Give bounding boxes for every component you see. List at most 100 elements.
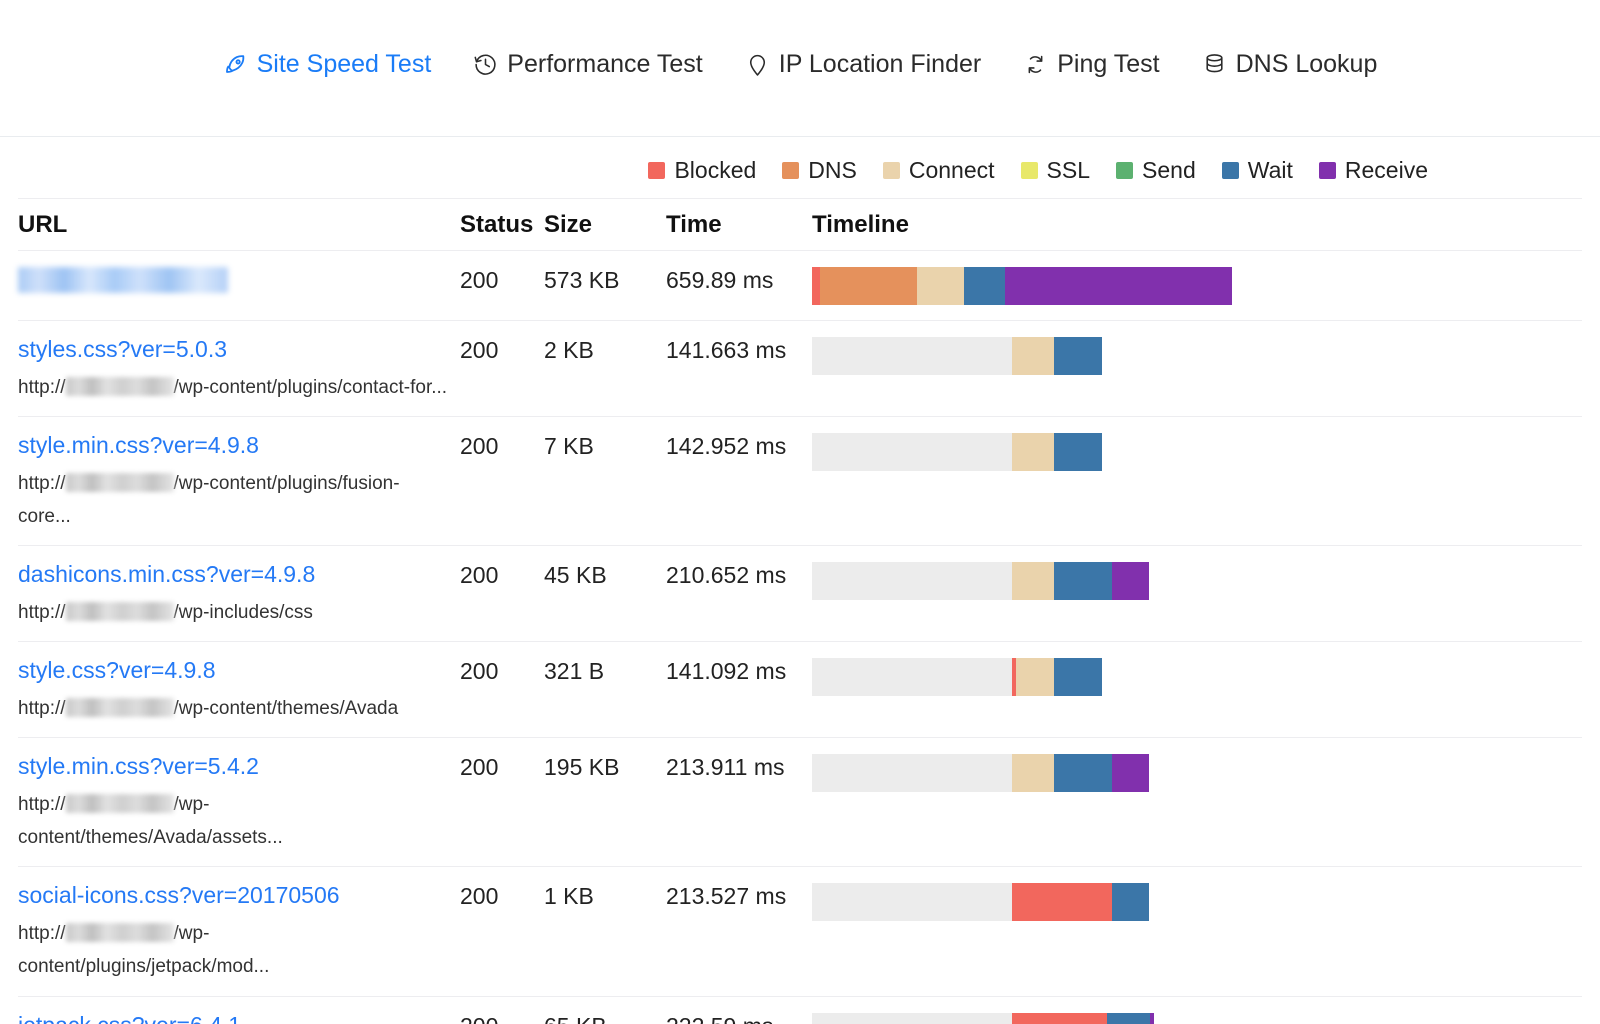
waterfall-segment-wait [964, 267, 1005, 305]
url-full-path: http:///wp-content/plugins/contact-for..… [18, 371, 450, 404]
url-link[interactable]: jetpack.css?ver=6.4.1 [18, 1011, 450, 1024]
cell-timeline [812, 656, 1582, 696]
url-scheme: http:// [18, 602, 66, 623]
legend-swatch-send [1116, 162, 1133, 179]
cell-status: 200 [460, 335, 544, 365]
url-link[interactable]: style.css?ver=4.9.8 [18, 656, 450, 685]
waterfall-segment-connect [917, 267, 964, 305]
waterfall-segment-idle [812, 562, 1012, 600]
map-pin-icon [745, 52, 770, 77]
waterfall-segment-blocked [1012, 883, 1112, 921]
url-full-path: http:// /wp-includes/css [18, 596, 450, 629]
cell-size: 7 KB [544, 431, 666, 461]
waterfall-segment-idle [812, 754, 1012, 792]
waterfall-segment-wait [1112, 883, 1149, 921]
url-path: /wp-content/themes/Avada [174, 698, 399, 719]
waterfall-legend: Blocked DNS Connect SSL Send Wait Receiv… [0, 137, 1600, 198]
url-link[interactable]: style.min.css?ver=4.9.8 [18, 431, 450, 460]
url-link[interactable]: dashicons.min.css?ver=4.9.8 [18, 560, 450, 589]
redacted-domain [66, 923, 174, 942]
cell-url: style.min.css?ver=4.9.8http:///wp-conten… [18, 431, 460, 533]
nav-tab-label: IP Location Finder [779, 52, 981, 77]
legend-item-dns: DNS [782, 157, 857, 184]
nav-tabs: Site Speed Test Performance Test IP Loca… [223, 52, 1378, 77]
url-link[interactable]: style.min.css?ver=5.4.2 [18, 752, 450, 781]
column-header-time[interactable]: Time [666, 211, 812, 240]
rocket-icon [223, 52, 248, 77]
waterfall-segment-connect [1012, 433, 1054, 471]
legend-label: SSL [1047, 157, 1090, 184]
redacted-url[interactable] [18, 267, 228, 293]
waterfall-segment-receive [1112, 754, 1149, 792]
url-scheme: http:// [18, 377, 66, 398]
url-full-path: http:///wp-content/themes/Avada/assets..… [18, 788, 450, 855]
cell-status: 200 [460, 431, 544, 461]
url-full-path: http:///wp-content/plugins/jetpack/mod..… [18, 917, 450, 984]
column-header-size[interactable]: Size [544, 211, 666, 240]
nav-tab-ip-location-finder[interactable]: IP Location Finder [745, 52, 981, 77]
waterfall-segment-idle [812, 1013, 1012, 1024]
waterfall-bar [812, 337, 1556, 375]
table-row: style.css?ver=4.9.8 http:///wp-content/th… [18, 641, 1582, 737]
table-body: 200573 KB659.89 msstyles.css?ver=5.0.3ht… [18, 250, 1582, 1024]
cell-size: 65 KB [544, 1011, 666, 1024]
waterfall-segment-receive [1150, 1013, 1154, 1024]
cell-size: 45 KB [544, 560, 666, 590]
nav-tab-ping-test[interactable]: Ping Test [1023, 52, 1159, 77]
network-requests-table: URL Status Size Time Timeline 200573 KB6… [0, 198, 1600, 1024]
waterfall-segment-wait [1054, 562, 1112, 600]
sync-arrows-icon [1023, 52, 1048, 77]
legend-label: Blocked [674, 157, 756, 184]
waterfall-segment-idle [812, 883, 1012, 921]
top-navigation-bar: Site Speed Test Performance Test IP Loca… [0, 0, 1600, 137]
table-row: jetpack.css?ver=6.4.1http:///wp-content/… [18, 996, 1582, 1024]
legend-label: DNS [808, 157, 857, 184]
nav-tab-label: Performance Test [507, 52, 702, 77]
waterfall-segment-connect [1016, 658, 1054, 696]
column-header-url[interactable]: URL [18, 211, 460, 240]
cell-status: 200 [460, 560, 544, 590]
cell-timeline [812, 752, 1582, 792]
waterfall-segment-idle [812, 433, 1012, 471]
legend-item-ssl: SSL [1021, 157, 1090, 184]
url-path: /wp-includes/css [174, 602, 313, 623]
cell-status: 200 [460, 752, 544, 782]
cell-time: 213.527 ms [666, 881, 812, 911]
url-link[interactable]: social-icons.css?ver=20170506 [18, 881, 450, 910]
legend-swatch-dns [782, 162, 799, 179]
nav-tab-dns-lookup[interactable]: DNS Lookup [1202, 52, 1378, 77]
column-header-status[interactable]: Status [460, 211, 544, 240]
waterfall-segment-blocked [812, 267, 820, 305]
waterfall-bar [812, 658, 1556, 696]
table-row: style.min.css?ver=4.9.8http:///wp-conten… [18, 416, 1582, 545]
cell-url: social-icons.css?ver=20170506 http:///wp-… [18, 881, 460, 983]
cell-size: 195 KB [544, 752, 666, 782]
url-full-path: http:///wp-content/themes/Avada [18, 692, 450, 725]
waterfall-segment-connect [1012, 337, 1054, 375]
cell-url: style.css?ver=4.9.8 http:///wp-content/th… [18, 656, 460, 725]
url-scheme: http:// [18, 794, 66, 815]
waterfall-segment-wait [1054, 754, 1112, 792]
nav-tab-label: DNS Lookup [1236, 52, 1378, 77]
cell-time: 222.59 ms [666, 1011, 812, 1024]
legend-swatch-wait [1222, 162, 1239, 179]
cell-url: styles.css?ver=5.0.3 http:///wp-content/p… [18, 335, 460, 404]
cell-time: 141.663 ms [666, 335, 812, 365]
nav-tab-site-speed-test[interactable]: Site Speed Test [223, 52, 432, 77]
cell-time: 142.952 ms [666, 431, 812, 461]
table-row: dashicons.min.css?ver=4.9.8 http:// /wp-in… [18, 545, 1582, 641]
cell-url: dashicons.min.css?ver=4.9.8 http:// /wp-in… [18, 560, 460, 629]
cell-timeline [812, 881, 1582, 921]
cell-size: 2 KB [544, 335, 666, 365]
waterfall-segment-connect [1012, 562, 1054, 600]
nav-tab-label: Site Speed Test [257, 52, 432, 77]
cell-status: 200 [460, 881, 544, 911]
waterfall-segment-blocked [1012, 1013, 1107, 1024]
redacted-domain [66, 377, 174, 396]
waterfall-segment-receive [1005, 267, 1232, 305]
waterfall-segment-idle [812, 337, 1012, 375]
nav-tab-performance-test[interactable]: Performance Test [473, 52, 702, 77]
url-link[interactable]: styles.css?ver=5.0.3 [18, 335, 450, 364]
waterfall-bar [812, 754, 1556, 792]
waterfall-segment-receive [1112, 562, 1149, 600]
